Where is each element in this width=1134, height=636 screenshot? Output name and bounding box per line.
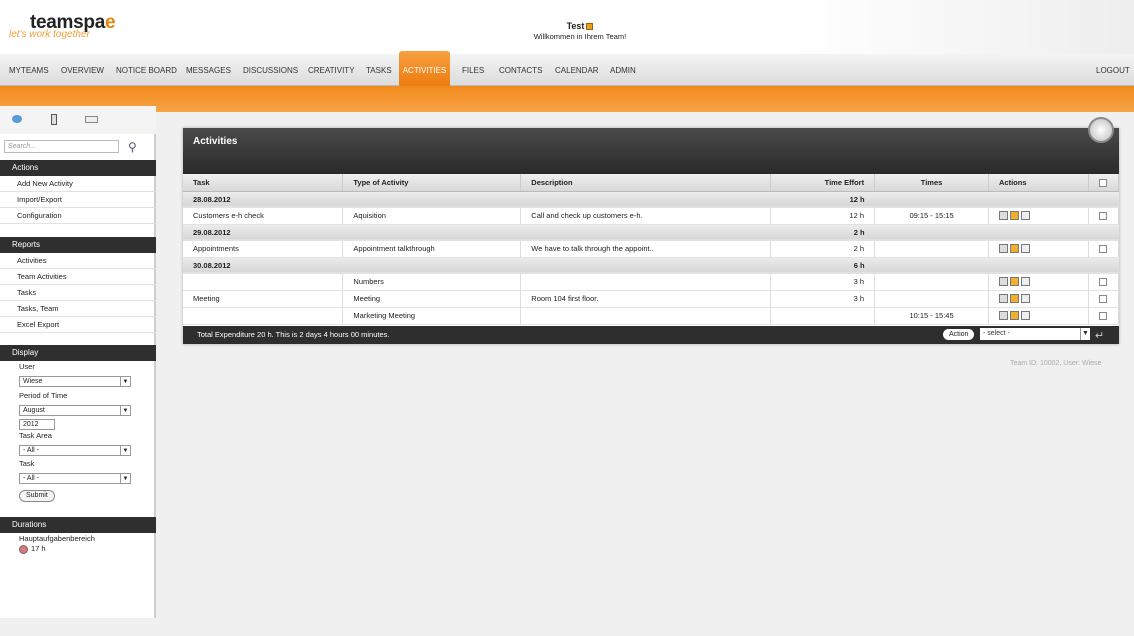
report-activities[interactable]: Activities — [0, 253, 156, 269]
task-select[interactable]: - All - ▼ — [19, 473, 131, 484]
task-area-label: Task Area — [19, 431, 52, 440]
report-tasks-team[interactable]: Tasks, Team — [0, 301, 156, 317]
chat-icon[interactable] — [12, 115, 22, 123]
sidebar-toolbar — [0, 106, 156, 134]
durations-area: Hauptaufgabenbereich — [19, 534, 95, 543]
import-export-link[interactable]: Import/Export — [0, 192, 156, 208]
search-icon[interactable]: ⚲ — [128, 140, 137, 154]
team-id: Team ID: 10002, User: Wiese — [1010, 360, 1102, 367]
activities-panel: Activities Task Type of Activity Descrip… — [183, 128, 1120, 344]
user-info: Test Willkommen in Ihrem Team! — [480, 21, 680, 41]
edit-icon[interactable] — [1010, 294, 1019, 304]
clock-icon[interactable] — [1088, 117, 1114, 143]
nav-contacts[interactable]: CONTACTS — [499, 66, 542, 75]
view-icon[interactable] — [999, 311, 1008, 321]
table-row[interactable]: Appointments Appointment talkthrough We ha… — [183, 240, 1120, 258]
main-nav: MYTEAMS OVERVIEW NOTICE BOARD MESSAGES D… — [0, 54, 1134, 86]
nav-activities[interactable]: ACTIVITIES — [399, 51, 450, 86]
user-select[interactable]: Wiese ▼ — [19, 376, 131, 387]
group-row: 28.08.2012 12 h — [183, 191, 1119, 208]
table-row[interactable]: Meeting Meeting Room 104 first floor. 3 h — [183, 290, 1120, 308]
nav-creativity[interactable]: CREATIVITY — [308, 66, 355, 75]
select-all-checkbox[interactable] — [1099, 178, 1108, 187]
reports-header: Reports — [0, 237, 156, 253]
report-tasks[interactable]: Tasks — [0, 285, 156, 301]
configuration-link[interactable]: Configuration — [0, 208, 156, 224]
col-times[interactable]: Times — [874, 174, 989, 192]
table-footer: Total Expenditure 20 h. This is 2 days 4… — [183, 326, 1119, 344]
welcome-text: Willkommen in Ihrem Team! — [533, 32, 627, 41]
nav-discussions[interactable]: DISCUSSIONS — [243, 66, 298, 75]
report-excel-export[interactable]: Excel Export — [0, 317, 156, 333]
row-checkbox[interactable] — [1099, 295, 1108, 303]
display-header: Display — [0, 345, 156, 361]
action-button[interactable]: Action — [943, 329, 975, 340]
view-icon[interactable] — [999, 211, 1008, 221]
durations-header: Durations — [0, 517, 156, 533]
nav-messages[interactable]: MESSAGES — [186, 66, 231, 75]
month-select[interactable]: August ▼ — [19, 405, 131, 416]
view-icon[interactable] — [999, 277, 1008, 287]
row-checkbox[interactable] — [1099, 312, 1108, 320]
edit-icon[interactable] — [1010, 244, 1019, 254]
nav-overview[interactable]: OVERVIEW — [61, 66, 104, 75]
task-label: Task — [19, 459, 35, 468]
sidebar: Search... ⚲ Actions Add New Activity Imp… — [0, 106, 156, 618]
col-description[interactable]: Description — [520, 174, 772, 192]
activities-table: Task Type of Activity Description Time E… — [183, 174, 1120, 325]
durations-value: 17 h — [31, 544, 46, 553]
view-icon[interactable] — [999, 244, 1008, 254]
col-type[interactable]: Type of Activity — [342, 174, 522, 192]
nav-notice-board[interactable]: NOTICE BOARD — [116, 66, 177, 75]
row-checkbox[interactable] — [1099, 245, 1108, 253]
enter-icon[interactable]: ↵ — [1095, 327, 1104, 345]
header: teamspae let's work together Test Willko… — [0, 0, 1134, 54]
action-select[interactable]: - select - ▼ — [980, 328, 1090, 340]
col-actions: Actions — [988, 174, 1089, 192]
submit-button[interactable]: Submit — [19, 490, 55, 502]
row-checkbox[interactable] — [1099, 278, 1108, 286]
logout-link[interactable]: LOGOUT — [1096, 66, 1130, 75]
edit-icon[interactable] — [1010, 311, 1019, 321]
nav-admin[interactable]: ADMIN — [610, 66, 636, 75]
accent-bar — [0, 86, 1134, 112]
report-team-activities[interactable]: Team Activities — [0, 269, 156, 285]
delete-icon[interactable] — [1021, 311, 1030, 321]
year-input[interactable]: 2012 — [19, 419, 55, 430]
user-label: User — [19, 362, 35, 371]
total-expenditure: Total Expenditure 20 h. This is 2 days 4… — [197, 330, 390, 339]
edit-icon[interactable] — [1010, 277, 1019, 287]
tagline: let's work together — [9, 29, 90, 40]
search-input[interactable]: Search... — [4, 140, 119, 153]
table-row[interactable]: Customers e-h check Aquisition Call and ch… — [183, 207, 1120, 225]
table-row[interactable]: Numbers 3 h — [183, 273, 1120, 291]
nav-tasks[interactable]: TASKS — [366, 66, 392, 75]
add-activity-link[interactable]: Add New Activity — [0, 176, 156, 192]
nav-files[interactable]: FILES — [462, 66, 484, 75]
table-row[interactable]: Marketing Meeting 10:15 - 15:45 — [183, 307, 1120, 325]
period-label: Period of Time — [19, 391, 68, 400]
pie-icon — [19, 545, 28, 554]
edit-icon[interactable] — [586, 23, 594, 31]
nav-myteams[interactable]: MYTEAMS — [9, 66, 49, 75]
mail-icon[interactable] — [85, 116, 98, 123]
delete-icon[interactable] — [1021, 277, 1030, 287]
phone-icon[interactable] — [51, 114, 57, 125]
edit-icon[interactable] — [1010, 211, 1019, 221]
nav-calendar[interactable]: CALENDAR — [555, 66, 599, 75]
actions-header: Actions — [0, 160, 156, 176]
group-row: 30.08.2012 6 h — [183, 257, 1119, 274]
delete-icon[interactable] — [1021, 244, 1030, 254]
panel-title: Activities — [193, 136, 238, 147]
view-icon[interactable] — [999, 294, 1008, 304]
group-row: 29.08.2012 2 h — [183, 224, 1119, 241]
col-time-effort[interactable]: Time Effort — [770, 174, 876, 192]
task-area-select[interactable]: - All - ▼ — [19, 445, 131, 456]
delete-icon[interactable] — [1021, 211, 1030, 221]
col-task[interactable]: Task — [183, 174, 344, 192]
delete-icon[interactable] — [1021, 294, 1030, 304]
user-name: Test — [566, 21, 585, 31]
row-checkbox[interactable] — [1099, 212, 1108, 220]
